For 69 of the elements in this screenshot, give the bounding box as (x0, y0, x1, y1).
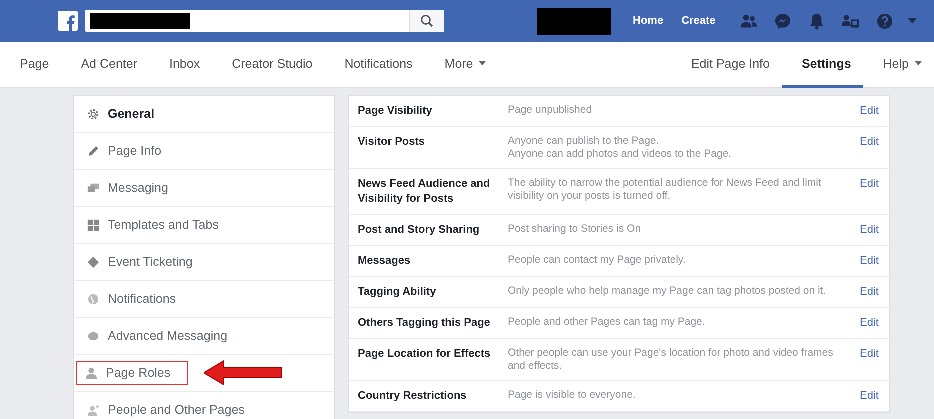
edit-link[interactable]: Edit (860, 285, 879, 300)
nav-tab[interactable]: Help (863, 42, 934, 88)
edit-link[interactable]: Edit (860, 223, 879, 238)
nav-tab[interactable]: Page (0, 42, 62, 88)
setting-value: Page unpublished (508, 104, 594, 117)
setting-label: News Feed Audience and Visibility for Posts (358, 177, 492, 207)
person-card-icon[interactable] (842, 12, 860, 30)
top-bar-link[interactable]: Home (633, 15, 664, 27)
edit-link[interactable]: Edit (860, 316, 879, 331)
edit-link[interactable]: Edit (860, 104, 879, 119)
person-icon (85, 366, 98, 380)
search-icon (420, 14, 434, 28)
menu-item[interactable]: Page Info (76, 139, 169, 163)
caret-icon (915, 61, 922, 66)
search-field[interactable] (85, 10, 444, 32)
setting-value: People can contact my Page privately. (508, 254, 687, 267)
pencil-icon (87, 144, 100, 158)
nav-tab[interactable]: Notifications (324, 42, 425, 88)
bubble-icon (87, 330, 100, 342)
menu-item[interactable]: Messaging (76, 176, 176, 200)
setting-value: The ability to narrow the potential audience for News Feed and limit visibility on your posts is turned off. (508, 177, 822, 203)
caret-icon (479, 61, 486, 66)
edit-link[interactable]: Edit (860, 135, 879, 150)
nav-tab[interactable]: More (424, 42, 498, 88)
people-icon (87, 404, 100, 416)
nav-tab[interactable]: Creator Studio (212, 42, 325, 88)
nav-tab[interactable]: Edit Page Info (671, 42, 782, 88)
setting-value: Anyone can publish to the Page. (508, 135, 660, 148)
messenger-icon[interactable] (774, 12, 792, 30)
edit-link[interactable]: Edit (860, 347, 879, 362)
setting-label: Others Tagging this Page (358, 316, 492, 331)
friends-icon[interactable] (740, 12, 758, 30)
menu-item[interactable]: Advanced Messaging (76, 324, 235, 348)
setting-label: Messages (358, 254, 412, 269)
setting-label: Visitor Posts (358, 135, 426, 150)
menu-item[interactable]: People and Other Pages (76, 398, 252, 419)
menu-item[interactable]: Notifications (76, 287, 184, 311)
nav-tab[interactable]: Inbox (149, 42, 212, 88)
edit-link[interactable]: Edit (860, 389, 879, 404)
chat-icon (87, 182, 100, 194)
nav-tab[interactable]: Settings (782, 42, 864, 88)
menu-item[interactable]: Event Ticketing (76, 250, 200, 274)
grid-icon (87, 218, 100, 232)
top-bar-link[interactable]: Create (682, 15, 716, 27)
edit-link[interactable]: Edit (860, 177, 879, 192)
menu-item[interactable]: Templates and Tabs (76, 213, 226, 237)
help-icon[interactable] (876, 12, 894, 30)
search-button[interactable] (409, 10, 444, 32)
setting-value: Only people who help manage my Page can tag photos posted on it. (508, 285, 828, 298)
menu-item[interactable]: General (76, 102, 162, 126)
caret-icon[interactable] (908, 18, 917, 24)
tag-icon (87, 256, 100, 268)
setting-value: Anyone can add photos and videos to the Page. (508, 148, 733, 161)
setting-label: Tagging Ability (358, 285, 438, 300)
setting-label: Page Location for Effects (358, 347, 492, 362)
setting-value: Other people can use your Page's location for photo and video frames and effects. (508, 347, 834, 373)
setting-value: People and other Pages can tag my Page. (508, 316, 706, 329)
setting-label: Country Restrictions (358, 389, 468, 404)
setting-value: Post sharing to Stories is On (508, 223, 642, 236)
gear-icon (87, 108, 100, 120)
nav-tab[interactable]: Ad Center (61, 42, 150, 88)
edit-link[interactable]: Edit (860, 254, 879, 269)
setting-label: Post and Story Sharing (358, 223, 481, 238)
setting-value: Page is visible to everyone. (508, 389, 637, 402)
menu-item[interactable]: Page Roles (76, 361, 188, 385)
logo-icon[interactable] (58, 11, 78, 31)
globe-icon (87, 292, 100, 306)
setting-label: Page Visibility (358, 104, 434, 119)
bell-icon[interactable] (808, 12, 826, 30)
